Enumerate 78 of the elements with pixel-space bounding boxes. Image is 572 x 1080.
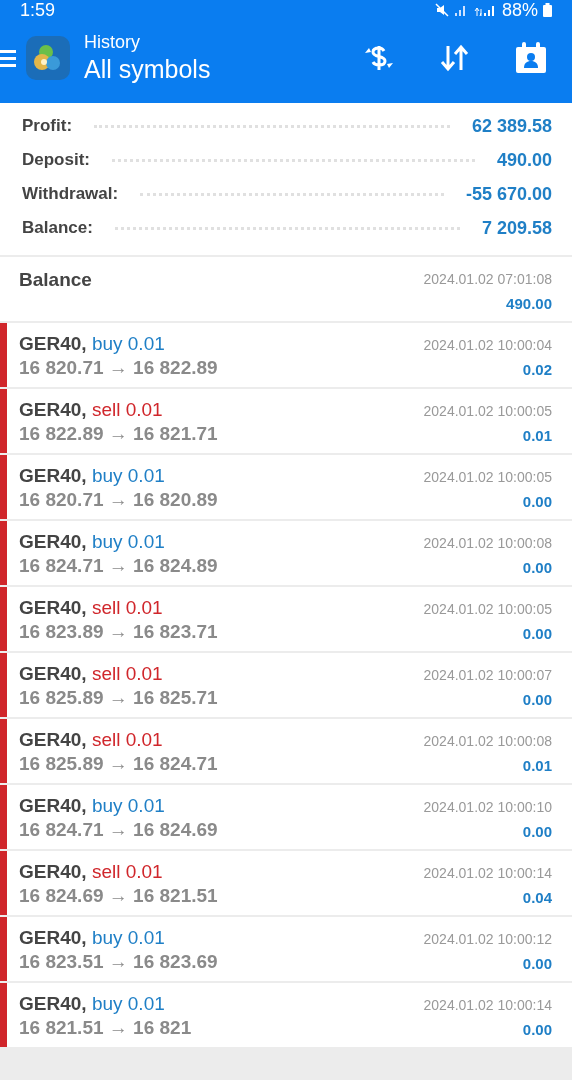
deal-title: GER40, sell 0.01 [19, 399, 164, 421]
deal-prices: 16 823.51 → 16 823.69 [19, 951, 218, 973]
deal-profit: 0.00 [522, 691, 552, 708]
summary-label: Balance: [22, 218, 93, 238]
balance-amount: 490.00 [506, 295, 552, 312]
summary-value: -55 670.00 [465, 183, 552, 205]
deal-prices: 16 821.51 → 16 821 [19, 1017, 192, 1039]
deal-row[interactable]: GER40, buy 0.01 16 820.71 → 16 820.89 2024.01.02 10:00:05 0.00 [0, 455, 572, 519]
summary-label: Profit: [22, 116, 73, 136]
deal-row[interactable]: GER40, sell 0.01 16 825.89 → 16 824.71 2024.01.02 10:00:08 0.01 [0, 719, 572, 783]
deal-time: 2024.01.02 10:00:08 [423, 535, 552, 551]
summary-label: Deposit: [22, 150, 90, 170]
deal-time: 2024.01.02 10:00:14 [423, 997, 552, 1013]
deal-row[interactable]: GER40, sell 0.01 16 822.89 → 16 821.71 2024.01.02 10:00:05 0.01 [0, 389, 572, 453]
deal-title: GER40, buy 0.01 [19, 465, 166, 487]
deal-prices: 16 825.89 → 16 824.71 [19, 753, 218, 775]
deal-prices: 16 820.71 → 16 820.89 [19, 489, 218, 511]
symbol-filter[interactable]: All symbols [84, 55, 211, 84]
deal-profit: 0.00 [522, 493, 552, 510]
deal-profit: 0.04 [522, 889, 552, 906]
deal-title: GER40, buy 0.01 [19, 993, 166, 1015]
deal-prices: 16 822.89 → 16 821.71 [19, 423, 218, 445]
deal-title: GER40, buy 0.01 [19, 927, 166, 949]
deal-profit: 0.00 [522, 955, 552, 972]
deal-title: GER40, sell 0.01 [19, 729, 164, 751]
signal-icon [453, 3, 468, 17]
deal-prices: 16 824.71 → 16 824.69 [19, 819, 218, 841]
summary-value: 7 209.58 [481, 217, 552, 239]
deal-prices: 16 824.71 → 16 824.89 [19, 555, 218, 577]
deal-title: GER40, sell 0.01 [19, 597, 164, 619]
summary-value: 62 389.58 [471, 115, 552, 137]
screen-title: History [84, 32, 141, 53]
deal-time: 2024.01.02 10:00:12 [423, 931, 552, 947]
deal-profit: 0.00 [522, 625, 552, 642]
app-logo-icon [26, 36, 70, 80]
deal-title: GER40, buy 0.01 [19, 531, 166, 553]
balance-entry[interactable]: Balance 2024.01.02 07:01:08 490.00 [0, 257, 572, 321]
status-time: 1:59 [20, 0, 56, 21]
deal-profit: 0.00 [522, 559, 552, 576]
deal-row[interactable]: GER40, buy 0.01 16 824.71 → 16 824.69 2024.01.02 10:00:10 0.00 [0, 785, 572, 849]
deal-time: 2024.01.02 10:00:14 [423, 865, 552, 881]
deal-row[interactable]: GER40, sell 0.01 16 823.89 → 16 823.71 2024.01.02 10:00:05 0.00 [0, 587, 572, 651]
deal-row[interactable]: GER40, sell 0.01 16 825.89 → 16 825.71 2024.01.02 10:00:07 0.00 [0, 653, 572, 717]
deal-time: 2024.01.02 10:00:05 [423, 601, 552, 617]
mute-icon [434, 3, 449, 17]
deal-prices: 16 825.89 → 16 825.71 [19, 687, 218, 709]
summary-value: 490.00 [496, 149, 552, 171]
deal-time: 2024.01.02 10:00:05 [423, 403, 552, 419]
deal-title: GER40, buy 0.01 [19, 333, 166, 355]
deal-title: GER40, sell 0.01 [19, 861, 164, 883]
signal-icon [472, 3, 497, 17]
deal-prices: 16 820.71 → 16 822.89 [19, 357, 218, 379]
deal-time: 2024.01.02 10:00:08 [423, 733, 552, 749]
deal-time: 2024.01.02 10:00:07 [423, 667, 552, 683]
deal-row[interactable]: GER40, buy 0.01 16 824.71 → 16 824.89 2024.01.02 10:00:08 0.00 [0, 521, 572, 585]
deal-profit: 0.02 [522, 361, 552, 378]
deal-profit: 0.00 [522, 1021, 552, 1038]
battery-icon [543, 3, 552, 17]
balance-label: Balance [19, 269, 92, 292]
deal-row[interactable]: GER40, sell 0.01 16 824.69 → 16 821.51 2024.01.02 10:00:14 0.04 [0, 851, 572, 915]
deal-time: 2024.01.02 10:00:10 [423, 799, 552, 815]
deal-profit: 0.00 [522, 823, 552, 840]
deal-row[interactable]: GER40, buy 0.01 16 823.51 → 16 823.69 2024.01.02 10:00:12 0.00 [0, 917, 572, 981]
deal-prices: 16 824.69 → 16 821.51 [19, 885, 218, 907]
deal-row[interactable]: GER40, buy 0.01 16 820.71 → 16 822.89 2024.01.02 10:00:04 0.02 [0, 323, 572, 387]
deal-time: 2024.01.02 10:00:04 [423, 337, 552, 353]
deal-time: 2024.01.02 10:00:05 [423, 469, 552, 485]
calendar-contact-icon[interactable] [514, 41, 548, 75]
deal-profit: 0.01 [522, 757, 552, 774]
deal-profit: 0.01 [522, 427, 552, 444]
menu-icon[interactable] [0, 48, 16, 68]
deal-prices: 16 823.89 → 16 823.71 [19, 621, 218, 643]
deal-title: GER40, buy 0.01 [19, 795, 166, 817]
deal-time: 2024.01.02 07:01:08 [423, 271, 552, 287]
deal-title: GER40, sell 0.01 [19, 663, 164, 685]
deal-row[interactable]: GER40, buy 0.01 16 821.51 → 16 821 2024.01.02 10:00:14 0.00 [0, 983, 572, 1047]
summary-label: Withdrawal: [22, 184, 119, 204]
battery-level: 88% [501, 0, 538, 21]
